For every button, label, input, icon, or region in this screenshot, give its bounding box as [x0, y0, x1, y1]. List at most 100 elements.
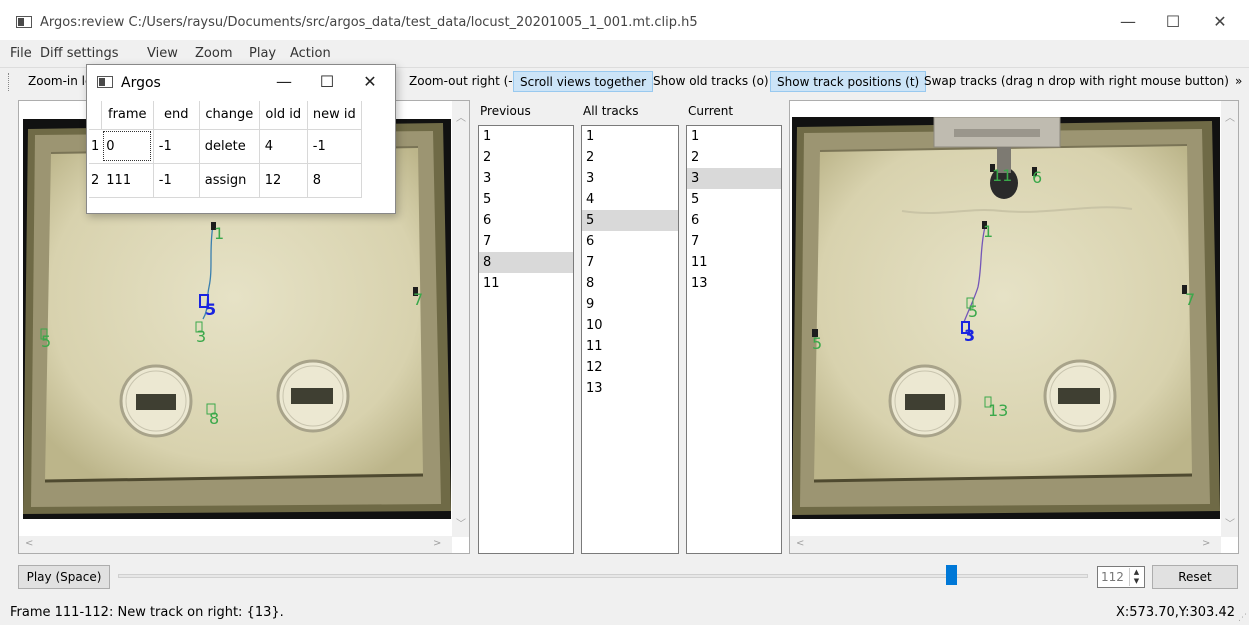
app-icon — [16, 16, 32, 28]
list-item[interactable]: 2 — [479, 147, 573, 168]
current-list-label: Current — [688, 104, 734, 118]
column-header-end[interactable]: end — [153, 101, 200, 130]
changes-table[interactable]: frame end change old id new id 1 0 -1 de… — [89, 101, 362, 198]
maximize-button[interactable]: ☐ — [1153, 8, 1193, 36]
list-item[interactable]: 3 — [582, 168, 678, 189]
frame-spinbox-value[interactable]: 112 — [1101, 570, 1124, 584]
dialog-app-icon — [97, 76, 113, 88]
column-header-old-id[interactable]: old id — [259, 101, 308, 130]
list-item[interactable]: 13 — [582, 378, 678, 399]
table-cell[interactable]: 12 — [259, 163, 308, 198]
list-item[interactable]: 11 — [687, 252, 781, 273]
right-track-label: 1 — [983, 222, 993, 241]
list-item[interactable]: 2 — [687, 147, 781, 168]
list-item[interactable]: 2 — [582, 147, 678, 168]
list-item[interactable]: 7 — [582, 252, 678, 273]
right-arena-svg: 11 6 1 5 7 3 5 13 — [792, 117, 1220, 519]
menu-action[interactable]: Action — [290, 46, 331, 61]
list-item[interactable]: 1 — [479, 126, 573, 147]
dialog-close-button[interactable]: ✕ — [353, 69, 387, 95]
table-cell[interactable]: -1 — [153, 163, 200, 198]
previous-tracks-list[interactable]: 1 2 3 5 6 7 8 11 — [478, 125, 574, 554]
left-track-label: 5 — [41, 332, 51, 351]
frame-slider-handle[interactable] — [946, 565, 957, 585]
swap-tracks-button[interactable]: Swap tracks (drag n drop with right mous… — [918, 71, 1235, 92]
table-cell[interactable]: 8 — [307, 163, 362, 198]
table-row: 2 111 -1 assign 12 8 — [89, 163, 362, 198]
list-item[interactable]: 6 — [479, 210, 573, 231]
frame-slider-track[interactable] — [118, 574, 1088, 578]
minimize-button[interactable]: — — [1108, 8, 1148, 36]
list-item[interactable]: 10 — [582, 315, 678, 336]
spinbox-arrows-icon[interactable]: ▲ ▼ — [1129, 568, 1143, 586]
list-item[interactable]: 7 — [687, 231, 781, 252]
list-item-selected[interactable]: 8 — [479, 252, 573, 273]
left-horizontal-scrollbar[interactable]: < > — [19, 536, 452, 553]
show-track-positions-toggle[interactable]: Show track positions (t) — [770, 71, 927, 92]
right-horizontal-scrollbar[interactable]: < > — [790, 536, 1221, 553]
column-header-change[interactable]: change — [199, 101, 260, 130]
menu-diff-settings[interactable]: Diff settings — [40, 46, 119, 61]
scroll-views-together-toggle[interactable]: Scroll views together — [513, 71, 654, 92]
list-item[interactable]: 11 — [582, 336, 678, 357]
list-item[interactable]: 11 — [479, 273, 573, 294]
list-item-selected[interactable]: 5 — [582, 210, 678, 231]
list-item[interactable]: 1 — [687, 126, 781, 147]
dialog-title: Argos — [121, 75, 161, 91]
show-old-tracks-toggle[interactable]: Show old tracks (o) — [647, 71, 775, 92]
table-corner[interactable] — [89, 101, 102, 130]
list-item[interactable]: 7 — [479, 231, 573, 252]
row-header[interactable]: 2 — [89, 163, 102, 198]
list-item[interactable]: 9 — [582, 294, 678, 315]
table-cell[interactable]: 0 — [101, 129, 154, 164]
menu-file[interactable]: File — [10, 46, 32, 61]
toolbar-grip[interactable] — [8, 73, 10, 91]
list-item[interactable]: 13 — [687, 273, 781, 294]
dialog-maximize-button[interactable]: ☐ — [310, 69, 344, 95]
changes-dialog[interactable]: Argos — ☐ ✕ frame end change old id new … — [86, 64, 396, 214]
list-item[interactable]: 3 — [479, 168, 573, 189]
menu-bar: File Diff settings View Zoom Play Action — [0, 44, 1249, 64]
table-cell[interactable]: delete — [199, 129, 260, 164]
status-bar: Frame 111-112: New track on right: {13}.… — [0, 602, 1249, 625]
table-cell[interactable]: 4 — [259, 129, 308, 164]
all-tracks-list[interactable]: 1 2 3 4 5 6 7 8 9 10 11 12 13 — [581, 125, 679, 554]
zoom-out-right-button[interactable]: Zoom-out right (-) — [403, 71, 523, 92]
list-item-selected[interactable]: 3 — [687, 168, 781, 189]
right-vertical-scrollbar[interactable]: ︿ ﹀ — [1221, 101, 1238, 537]
list-item[interactable]: 5 — [687, 189, 781, 210]
resize-grip-icon[interactable]: ⋰ — [1238, 613, 1247, 623]
table-row: 1 0 -1 delete 4 -1 — [89, 129, 362, 164]
play-button[interactable]: Play (Space) — [18, 565, 110, 589]
right-frame-view[interactable]: 11 6 1 5 7 3 5 13 ︿ ﹀ < > — [789, 100, 1239, 554]
toolbar-overflow-icon[interactable]: » — [1229, 71, 1248, 92]
row-header[interactable]: 1 — [89, 129, 102, 164]
menu-zoom[interactable]: Zoom — [195, 46, 232, 61]
list-item[interactable]: 1 — [582, 126, 678, 147]
menu-view[interactable]: View — [147, 46, 178, 61]
list-item[interactable]: 6 — [582, 231, 678, 252]
close-button[interactable]: ✕ — [1200, 8, 1240, 36]
list-item[interactable]: 4 — [582, 189, 678, 210]
column-header-new-id[interactable]: new id — [307, 101, 362, 130]
list-item[interactable]: 6 — [687, 210, 781, 231]
left-track-label: 7 — [413, 290, 423, 309]
list-item[interactable]: 8 — [582, 273, 678, 294]
list-item[interactable]: 12 — [582, 357, 678, 378]
table-cell[interactable]: assign — [199, 163, 260, 198]
right-track-label: 5 — [968, 302, 978, 321]
all-tracks-list-label: All tracks — [583, 104, 639, 118]
left-vertical-scrollbar[interactable]: ︿ ﹀ — [452, 101, 469, 537]
column-header-frame[interactable]: frame — [101, 101, 154, 130]
current-tracks-list[interactable]: 1 2 3 5 6 7 11 13 — [686, 125, 782, 554]
frame-spinbox[interactable]: 112 ▲ ▼ — [1097, 566, 1145, 588]
left-track-label: 3 — [196, 327, 206, 346]
reset-button[interactable]: Reset — [1152, 565, 1238, 589]
table-header-row: frame end change old id new id — [89, 101, 362, 130]
table-cell[interactable]: -1 — [153, 129, 200, 164]
table-cell[interactable]: -1 — [307, 129, 362, 164]
table-cell[interactable]: 111 — [101, 163, 154, 198]
menu-play[interactable]: Play — [249, 46, 276, 61]
list-item[interactable]: 5 — [479, 189, 573, 210]
dialog-minimize-button[interactable]: — — [267, 69, 301, 95]
